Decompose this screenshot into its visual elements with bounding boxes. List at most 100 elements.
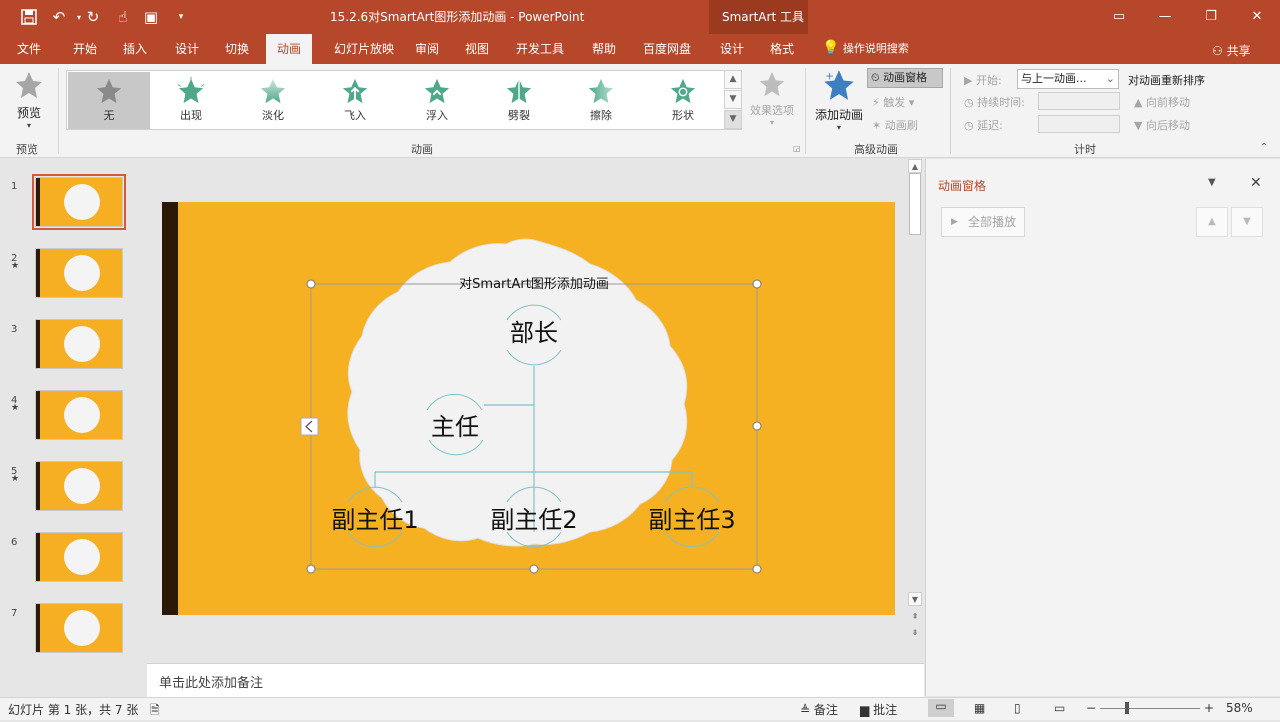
gallery-scroll-down[interactable]: ▼ [724, 90, 742, 109]
ribbon-display-icon[interactable]: ▭ [1096, 0, 1142, 32]
pane-close-icon[interactable]: ✕ [1250, 175, 1262, 191]
gallery-scroll-up[interactable]: ▲ [724, 70, 742, 89]
preview-button[interactable]: 预览 ▾ [8, 70, 50, 136]
slide-info: 幻灯片 第 1 张，共 7 张 [8, 703, 139, 717]
move-up-icon[interactable]: ▲ [1196, 207, 1228, 237]
redo-icon[interactable]: ↻ [82, 6, 104, 28]
play-all-button[interactable]: ▶ 全部播放 [941, 207, 1025, 237]
gallery-more[interactable]: ▼ [724, 110, 742, 129]
slide-thumbnail-6[interactable] [35, 532, 123, 582]
tab-view[interactable]: 视图 [456, 34, 498, 64]
tab-slideshow[interactable]: 幻灯片放映 [322, 34, 406, 64]
start-from-beginning-icon[interactable]: ▣ [140, 6, 162, 28]
effect-options-button[interactable]: 效果选项 ▾ [746, 70, 798, 136]
reading-view-icon[interactable]: ▯ [1014, 701, 1021, 715]
effect-float-in[interactable]: 浮入 [396, 72, 478, 129]
customize-icon[interactable]: ▾ [170, 6, 192, 28]
effect-split[interactable]: 劈裂 [478, 72, 560, 129]
collapse-ribbon-icon[interactable]: ⌃ [1260, 142, 1268, 153]
tab-animations[interactable]: 动画 [266, 34, 312, 64]
effect-none[interactable]: 无 [68, 72, 150, 129]
scroll-thumb[interactable] [909, 173, 921, 235]
slide-thumbnail-3[interactable] [35, 319, 123, 369]
slide-thumbnail-4[interactable] [35, 390, 123, 440]
tab-smartart-design[interactable]: 设计 [712, 34, 752, 64]
minimize-icon[interactable]: — [1142, 0, 1188, 32]
touch-mode-icon[interactable]: ☝ [112, 6, 134, 28]
node-sub3[interactable]: 副主任3 [632, 500, 752, 535]
slide-thumbnail-1[interactable] [32, 174, 126, 230]
notes-toggle[interactable]: ≜ 备注 [800, 701, 838, 718]
tab-help[interactable]: 帮助 [584, 34, 624, 64]
add-animation-button[interactable]: + 添加动画 ▾ [812, 68, 866, 136]
animation-pane-button[interactable]: ⏲ 动画窗格 [867, 68, 943, 88]
undo-icon[interactable]: ↶ [48, 6, 70, 28]
move-later-button[interactable]: ▼ 向后移动 [1134, 117, 1190, 133]
zoom-out-icon[interactable]: − [1086, 701, 1096, 715]
normal-view-icon[interactable]: ▭ [928, 699, 954, 717]
slide-thumbnail-2[interactable] [35, 248, 123, 298]
effect-appear[interactable]: 出现 [150, 72, 232, 129]
effect-wipe[interactable]: 擦除 [560, 72, 642, 129]
start-dropdown[interactable]: 与上一动画... ⌄ [1017, 69, 1119, 89]
group-label-advanced: 高级动画 [854, 143, 898, 156]
thumb-number: 6 [11, 537, 18, 548]
star-float-icon [424, 78, 450, 104]
effect-shape[interactable]: 形状 [642, 72, 724, 129]
scroll-up-icon[interactable]: ▲ [908, 159, 922, 173]
scroll-down-icon[interactable]: ▼ [908, 592, 922, 606]
thumb-cloud [64, 397, 100, 433]
previous-slide-icon[interactable]: ⇞ [908, 610, 922, 624]
tab-insert[interactable]: 插入 [112, 34, 158, 64]
tab-home[interactable]: 开始 [62, 34, 108, 64]
next-slide-icon[interactable]: ⇟ [908, 626, 922, 640]
ribbon-tabs: 文件 开始 插入 设计 切换 动画 幻灯片放映 审阅 视图 开发工具 帮助 百度… [0, 34, 1280, 64]
zoom-level[interactable]: 58% [1226, 701, 1253, 715]
accessibility-icon[interactable]: 🗎 [150, 701, 160, 722]
save-icon[interactable] [18, 6, 40, 28]
slide-thumbnail-7[interactable] [35, 603, 123, 653]
animation-pane-title: 动画窗格 [938, 179, 987, 193]
delay-field[interactable] [1038, 115, 1120, 133]
thumb-bar [36, 604, 40, 652]
slideshow-icon[interactable]: ▭ [1054, 701, 1065, 715]
pane-icon: ⏲ [871, 71, 880, 84]
pane-options-icon[interactable]: ▼ [1208, 177, 1216, 188]
restore-icon[interactable]: ❐ [1188, 0, 1234, 32]
dialog-launcher-icon[interactable]: ◲ [793, 144, 801, 153]
zoom-slider-thumb[interactable] [1125, 702, 1129, 714]
close-icon[interactable]: ✕ [1234, 0, 1280, 32]
notes-pane[interactable]: 单击此处添加备注 [147, 663, 924, 697]
smartart-graphic[interactable] [162, 202, 895, 615]
slide-thumbnail-5[interactable] [35, 461, 123, 511]
thumb-number: 3 [11, 324, 18, 335]
effect-fly-in[interactable]: 飞入 [314, 72, 396, 129]
zoom-slider[interactable] [1100, 708, 1200, 709]
group-label-timing: 计时 [1074, 143, 1096, 156]
zoom-in-icon[interactable]: + [1204, 701, 1214, 715]
tab-smartart-format[interactable]: 格式 [762, 34, 802, 64]
move-earlier-button[interactable]: ▲ 向前移动 [1134, 94, 1190, 110]
slide-sorter-icon[interactable]: ▦ [974, 701, 985, 715]
tab-design[interactable]: 设计 [164, 34, 210, 64]
animation-painter-button[interactable]: ✶ 动画刷 [872, 117, 918, 133]
tab-baidu-netdisk[interactable]: 百度网盘 [636, 34, 698, 64]
duration-field[interactable] [1038, 92, 1120, 110]
tab-transitions[interactable]: 切换 [214, 34, 260, 64]
vertical-scrollbar[interactable]: ▲ ▼ ⇞ ⇟ [907, 159, 924, 662]
tab-developer[interactable]: 开发工具 [508, 34, 572, 64]
trigger-button[interactable]: ⚡ 触发 ▾ [872, 94, 914, 110]
node-sub2[interactable]: 副主任2 [474, 500, 594, 535]
node-top[interactable]: 部长 [494, 313, 574, 348]
share-button[interactable]: ⚇ 共享 [1212, 42, 1251, 59]
node-sub1[interactable]: 副主任1 [315, 500, 435, 535]
tell-me-search[interactable]: 💡 操作说明搜索 [822, 40, 909, 56]
move-down-icon[interactable]: ▼ [1231, 207, 1263, 237]
tab-review[interactable]: 审阅 [406, 34, 448, 64]
effect-fade[interactable]: 淡化 [232, 72, 314, 129]
comments-toggle[interactable]: ▆ 批注 [860, 701, 897, 718]
lightbulb-icon: 💡 [822, 40, 840, 56]
smartart-title[interactable]: 对SmartArt图形添加动画 [446, 273, 622, 292]
node-assistant[interactable]: 主任 [415, 407, 495, 442]
tab-file[interactable]: 文件 [6, 34, 52, 64]
